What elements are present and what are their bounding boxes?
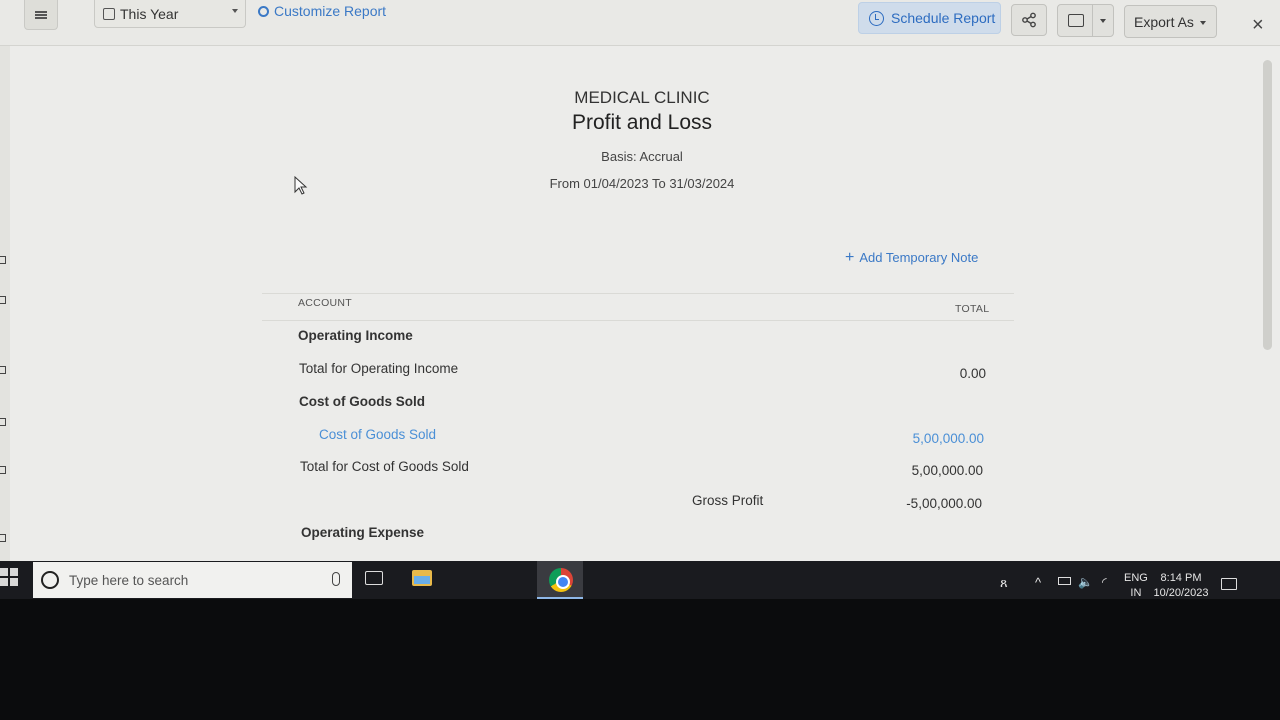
battery-icon[interactable] [1058,577,1071,585]
section-cost-of-goods-sold: Cost of Goods Sold [299,394,425,409]
section-operating-income: Operating Income [298,328,413,343]
chevron-up-icon[interactable]: ^ [1035,575,1041,590]
printer-icon [1068,14,1084,27]
report-date-range: From 01/04/2023 To 31/03/2024 [549,176,735,191]
print-options-caret[interactable] [1100,19,1106,23]
people-icon[interactable]: ጸ [1000,575,1008,591]
print-button[interactable] [1057,4,1114,37]
plus-icon: + [845,249,855,266]
search-placeholder: Type here to search [69,572,189,588]
section-operating-expense: Operating Expense [301,525,425,540]
scrollbar-thumb[interactable] [1263,60,1272,350]
cortana-ring-icon [41,571,59,589]
gear-icon [258,5,269,17]
folder-icon[interactable] [412,570,432,586]
period-dropdown[interactable]: This Year [94,0,246,28]
region-code: IN [1130,587,1142,599]
add-note-label: Add Temporary Note [859,250,979,265]
report-basis: Basis: Accrual [601,149,683,164]
calendar-icon [103,7,115,20]
monitor-bezel [0,599,1280,720]
task-view-icon[interactable] [365,571,383,585]
hamburger-icon [35,10,47,19]
total-cost-of-goods-sold-label: Total for Cost of Goods Sold [300,459,469,474]
schedule-report-button[interactable]: Schedule Report [858,2,1001,34]
wifi-icon[interactable]: ◜ [1102,575,1107,589]
mouse-cursor-icon [294,176,308,195]
close-icon[interactable]: × [1252,14,1264,37]
clock-date: 10/20/2023 [1153,587,1209,599]
export-as-button[interactable]: Export As [1124,5,1217,38]
header-divider [262,320,1014,321]
column-header-account: ACCOUNT [298,297,353,309]
volume-icon[interactable]: 🔈 [1078,575,1093,589]
company-name: MEDICAL CLINIC [574,88,710,107]
customize-report-link[interactable]: Customize Report [258,3,386,19]
customize-label: Customize Report [274,3,387,19]
column-header-total: TOTAL [955,303,990,315]
chrome-icon [549,568,573,592]
total-operating-income-label: Total for Operating Income [299,361,459,376]
taskbar-clock[interactable]: 8:14 PM 10/20/2023 [1152,571,1210,600]
clock-icon [869,10,884,26]
total-cost-of-goods-sold-amount: 5,00,000.00 [911,463,983,478]
export-label: Export As [1134,13,1194,30]
share-icon [1022,12,1036,28]
clock-time: 8:14 PM [1160,572,1202,584]
language-code: ENG [1124,572,1148,584]
account-link-cost-of-goods-sold[interactable]: Cost of Goods Sold [319,427,436,442]
gross-profit-label: Gross Profit [692,493,764,508]
vertical-scrollbar[interactable] [1262,60,1274,560]
notification-icon[interactable] [1221,578,1237,590]
schedule-label: Schedule Report [891,10,996,26]
gross-profit-amount: -5,00,000.00 [906,496,982,511]
language-indicator[interactable]: ENG IN [1124,571,1148,600]
report-toolbar: This Year Customize Report Schedule Repo… [0,0,1280,46]
caret-down-icon [1200,21,1206,25]
microphone-icon[interactable] [332,572,340,586]
caret-down-icon [232,9,238,13]
taskbar-search-box[interactable]: Type here to search [33,562,352,598]
report-body: MEDICAL CLINIC Profit and Loss Basis: Ac… [0,46,1262,561]
cost-of-goods-sold-amount-link[interactable]: 5,00,000.00 [784,431,984,446]
share-button[interactable] [1011,4,1047,36]
app-window: This Year Customize Report Schedule Repo… [0,0,1280,600]
print-divider [1092,5,1093,36]
taskbar-app-chrome[interactable] [537,561,583,599]
report-title: Profit and Loss [571,111,713,134]
add-temporary-note-link[interactable]: + Add Temporary Note [845,249,978,267]
windows-logo-icon[interactable] [0,568,18,586]
table-top-border [262,293,1014,294]
menu-button[interactable] [24,0,58,30]
period-label: This Year [120,5,179,22]
windows-taskbar: Type here to search ጸ ^ 🔈 ◜ ENG IN 8:14 … [0,561,1280,599]
total-operating-income-amount: 0.00 [959,366,986,381]
